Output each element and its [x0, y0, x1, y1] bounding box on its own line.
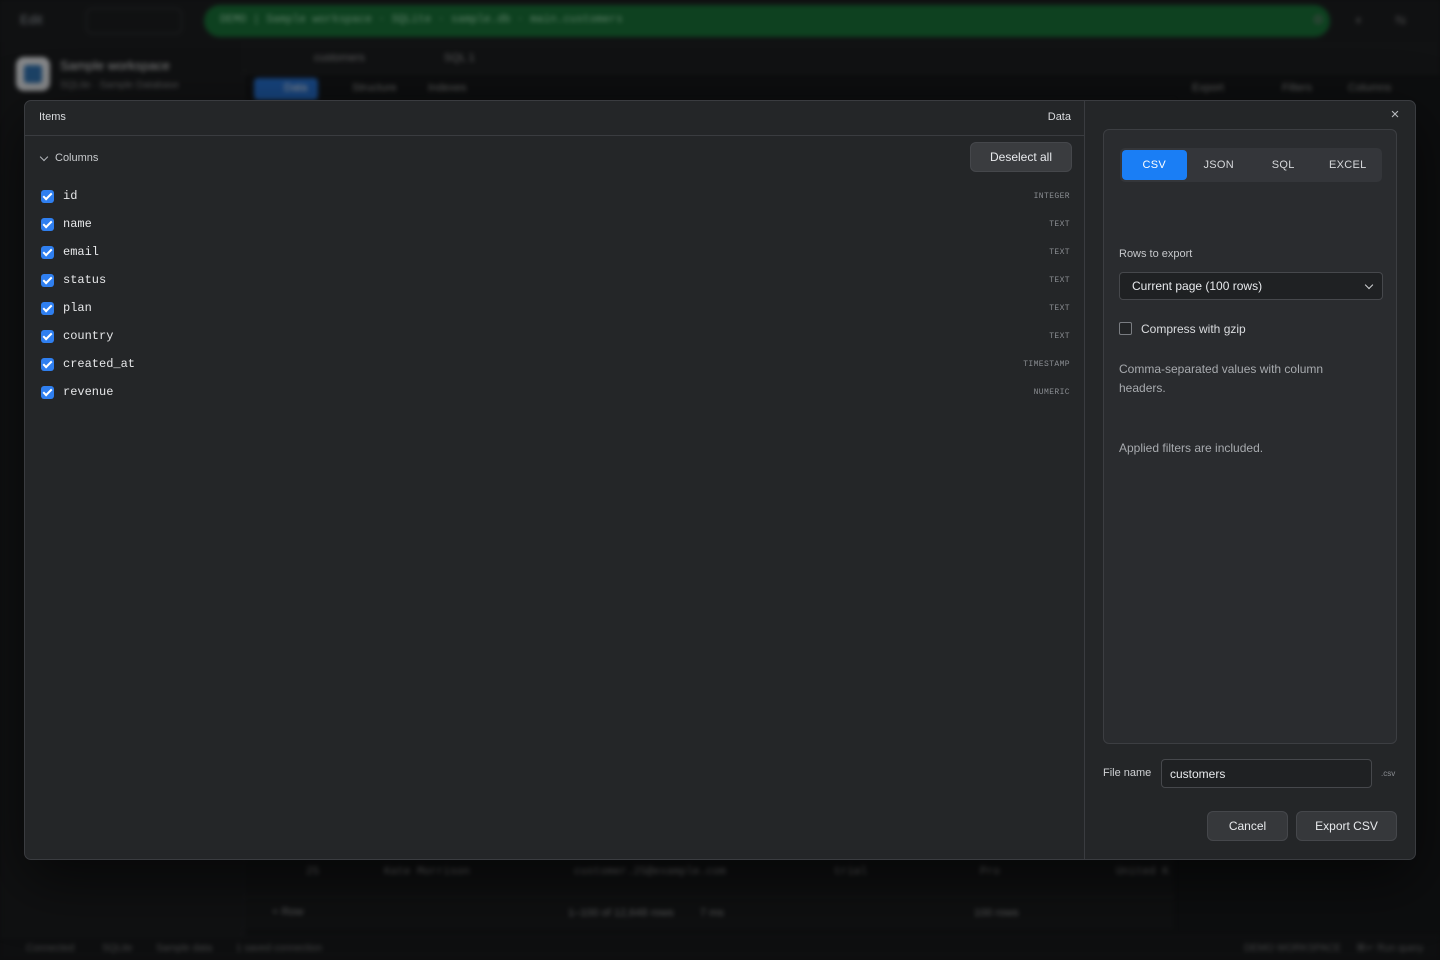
items-header: Items Data [25, 101, 1085, 136]
query-time: 7 ms [700, 907, 724, 919]
status-connections: 1 saved connection [236, 943, 323, 954]
column-type: TEXT [1049, 304, 1070, 313]
tab-excel[interactable]: EXCEL [1316, 150, 1381, 180]
format-tabs: CSV JSON SQL EXCEL [1120, 148, 1382, 182]
file-name-label: File name [1103, 767, 1152, 779]
column-checkbox[interactable] [41, 190, 54, 203]
columns-group-toggle[interactable]: Columns [39, 150, 98, 166]
column-type: TEXT [1049, 220, 1070, 229]
column-name: status [63, 273, 107, 287]
format-description: Comma-separated values with column heade… [1119, 362, 1324, 395]
cancel-button[interactable]: Cancel [1207, 811, 1288, 841]
options-pane: CSV JSON SQL EXCEL Rows to export Curren… [1085, 101, 1415, 859]
app-logo [16, 57, 50, 91]
column-list: id INTEGER name TEXT email TEXT status T… [25, 183, 1085, 407]
status-workspace: DEMO WORKSPACE [1244, 943, 1342, 954]
file-extension: .csv [1381, 769, 1396, 778]
tab-customers: customers [314, 52, 365, 64]
status-engine: SQLite [102, 943, 133, 954]
toolbar-export: Export [1192, 82, 1224, 94]
column-name: email [63, 245, 100, 259]
tab-sql[interactable]: SQL [1251, 150, 1316, 180]
tab-csv[interactable]: CSV [1122, 150, 1187, 180]
status-run-hint: ⌘↵ Run query [1356, 943, 1424, 954]
address-bar: DEMO | Sample workspace · SQLite · sampl… [204, 5, 1330, 37]
export-dialog: × Items Data Columns Deselect all id INT… [24, 100, 1416, 860]
data-heading: Data [1047, 111, 1071, 123]
rows-to-export-label: Rows to export [1119, 248, 1193, 260]
column-name: name [63, 217, 92, 231]
column-row-revenue[interactable]: revenue NUMERIC [25, 379, 1085, 407]
page-size-select: 100 rows [974, 907, 1019, 919]
rows-to-export-select[interactable]: Current page (100 rows) [1119, 272, 1383, 300]
chevron-down-icon [1364, 280, 1374, 290]
status-sample: Sample data [156, 943, 213, 954]
cell-plan: Pro [980, 866, 1000, 878]
add-row-button: + Row [272, 906, 304, 918]
column-checkbox[interactable] [41, 386, 54, 399]
toolbar-filters: Filters [1282, 82, 1312, 94]
items-pane: Items Data Columns Deselect all id INTEG… [25, 101, 1085, 859]
structure-view-tab: Structure [352, 82, 397, 94]
grid-footer: + Row 1–100 of 12,648 rows 7 ms 100 rows [244, 896, 1174, 928]
chevron-down-icon [39, 153, 49, 163]
column-checkbox[interactable] [41, 246, 54, 259]
filters-note: Applied filters are included. [1119, 441, 1264, 455]
table-row: 25 Kate Morrison customer.25@example.com… [244, 858, 1174, 884]
cell-country: United K [1116, 866, 1169, 878]
cell-email: customer.25@example.com [574, 866, 726, 878]
column-row-email[interactable]: email TEXT [25, 239, 1085, 267]
data-view-tab: Data [254, 78, 318, 100]
cell-id: 25 [306, 866, 320, 878]
status-connected: Connected [26, 943, 75, 954]
column-checkbox[interactable] [41, 302, 54, 315]
history-nav [86, 8, 182, 34]
column-type: TEXT [1049, 332, 1070, 341]
file-name-input[interactable] [1161, 759, 1372, 788]
column-name: country [63, 329, 114, 343]
column-row-plan[interactable]: plan TEXT [25, 295, 1085, 323]
window-controls: ⚙ ◐ ⇆ [1312, 12, 1420, 27]
rows-select-value: Current page (100 rows) [1132, 279, 1263, 293]
pager-info: 1–100 of 12,648 rows [568, 907, 674, 919]
column-name: revenue [63, 385, 114, 399]
items-heading: Items [39, 111, 66, 123]
workspace-name: Sample workspace [60, 58, 170, 73]
title-bar [0, 0, 1440, 42]
column-name: plan [63, 301, 92, 315]
column-checkbox[interactable] [41, 330, 54, 343]
column-type: INTEGER [1033, 192, 1070, 201]
column-type: TEXT [1049, 276, 1070, 285]
status-bar: Connected SQLite Sample data 1 saved con… [0, 936, 1440, 960]
cell-status: trial [834, 866, 868, 878]
column-row-status[interactable]: status TEXT [25, 267, 1085, 295]
format-options-panel: CSV JSON SQL EXCEL Rows to export Curren… [1103, 129, 1397, 744]
tab-strip [244, 42, 1440, 74]
tab-sql: SQL 1 [444, 52, 475, 64]
column-type: NUMERIC [1033, 388, 1070, 397]
column-checkbox[interactable] [41, 274, 54, 287]
tab-json[interactable]: JSON [1187, 150, 1252, 180]
deselect-all-button[interactable]: Deselect all [970, 142, 1072, 172]
workspace-subtitle: SQLite · Sample Database [60, 80, 179, 91]
indexes-view-tab: Indexes [428, 82, 467, 94]
column-row-country[interactable]: country TEXT [25, 323, 1085, 351]
gzip-checkbox[interactable] [1119, 322, 1132, 335]
column-name: id [63, 189, 78, 203]
edit-label: Edit [20, 12, 43, 27]
gzip-label[interactable]: Compress with gzip [1141, 322, 1246, 336]
column-checkbox[interactable] [41, 358, 54, 371]
column-row-created-at[interactable]: created_at TIMESTAMP [25, 351, 1085, 379]
column-type: TEXT [1049, 248, 1070, 257]
column-name: created_at [63, 357, 136, 371]
column-row-name[interactable]: name TEXT [25, 211, 1085, 239]
column-checkbox[interactable] [41, 218, 54, 231]
cell-name: Kate Morrison [384, 866, 470, 878]
column-row-id[interactable]: id INTEGER [25, 183, 1085, 211]
toolbar-columns: Columns [1348, 82, 1392, 94]
columns-group-label: Columns [55, 152, 99, 164]
export-csv-button[interactable]: Export CSV [1296, 811, 1397, 841]
column-type: TIMESTAMP [1023, 360, 1070, 369]
